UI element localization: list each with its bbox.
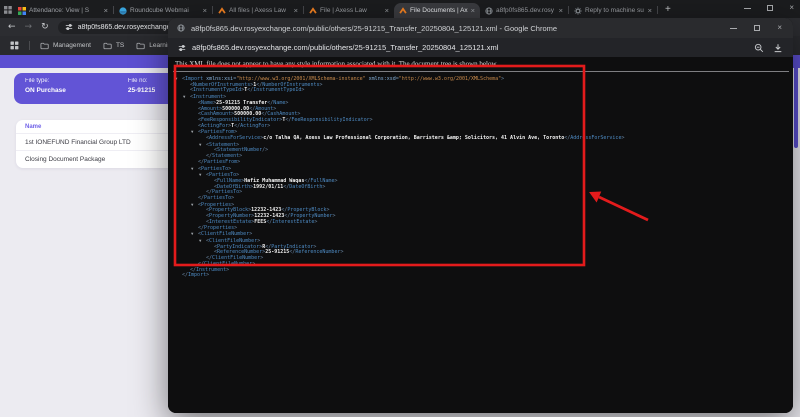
- popup-window-controls: ×: [730, 24, 784, 32]
- collapse-arrow-icon[interactable]: ▼: [199, 142, 206, 148]
- window-controls: ×: [744, 2, 794, 14]
- notice-divider: [173, 71, 789, 72]
- popup-window-title: a8fp0fs865.dev.rosyexchange.com/public/o…: [191, 23, 558, 33]
- close-button[interactable]: ×: [789, 4, 794, 12]
- browser-tab-1[interactable]: Attendance: View | S ×: [13, 3, 113, 18]
- collapse-arrow-icon[interactable]: ▼: [183, 94, 190, 100]
- zoom-out-icon[interactable]: [754, 43, 764, 53]
- xml-line[interactable]: ▼ <ClientFileNumber>: [173, 231, 793, 238]
- screenshot-root: Attendance: View | S × Roundcube Webmai × Al…: [0, 0, 800, 417]
- tune-icon: [65, 23, 72, 31]
- back-icon[interactable]: ←: [8, 22, 16, 32]
- reload-icon[interactable]: ↻: [41, 22, 49, 32]
- browser-tab-4[interactable]: File | Axess Law ×: [304, 3, 394, 18]
- new-tab-button[interactable]: +: [665, 5, 671, 15]
- axess-chevron-icon: [218, 6, 226, 15]
- globe-icon: [485, 6, 493, 15]
- browser-tab-5[interactable]: File Documents | Ax ×: [394, 3, 480, 18]
- tab-title: a8fp0fs865.dev.rosy: [496, 7, 555, 14]
- file-no-label: File no:: [127, 78, 148, 84]
- xml-style-notice: This XML file does not appear to have an…: [175, 60, 498, 68]
- tab-title: File | Axess Law: [320, 7, 367, 14]
- tab-close-icon[interactable]: ×: [648, 7, 652, 15]
- bookmark-folder-management[interactable]: Management: [40, 42, 91, 50]
- tab-title: All files | Axess Law: [229, 7, 286, 14]
- folder-icon: [136, 42, 145, 50]
- tune-icon: [178, 44, 186, 51]
- tab-close-icon[interactable]: ×: [559, 7, 563, 15]
- popup-maximize-button[interactable]: [754, 25, 761, 31]
- file-type-label: File type:: [25, 78, 50, 84]
- collapse-arrow-icon[interactable]: ▼: [175, 76, 182, 82]
- gear-icon: [574, 6, 582, 15]
- popup-address-url: a8fp0fs865.dev.rosyexchange.com/public/o…: [192, 43, 499, 52]
- apps-grid-icon[interactable]: [10, 41, 19, 50]
- tab-title: Roundcube Webmai: [130, 7, 189, 14]
- bookmark-label: Management: [53, 42, 91, 49]
- tab-close-icon[interactable]: ×: [385, 7, 389, 15]
- tab-title: File Documents | Ax: [410, 7, 468, 14]
- tab-close-icon[interactable]: ×: [104, 7, 108, 15]
- xml-document-tree: ▼ <Import xmlns:xsi="http://www.w3.org/20…: [173, 76, 793, 279]
- collapse-arrow-icon[interactable]: ▼: [199, 172, 206, 178]
- popup-address-bar[interactable]: a8fp0fs865.dev.rosyexchange.com/public/o…: [168, 38, 793, 57]
- bookmark-label: TS: [115, 42, 125, 49]
- xml-line[interactable]: ▼ <PartiesTo>: [173, 166, 793, 173]
- axess-chevron-icon: [309, 6, 317, 15]
- minimize-button[interactable]: [744, 7, 752, 9]
- browser-tab-strip: Attendance: View | S × Roundcube Webmai × Al…: [0, 0, 800, 18]
- tab-close-icon[interactable]: ×: [294, 7, 298, 15]
- bookmarks-separator: [29, 41, 30, 50]
- forward-icon[interactable]: →: [25, 22, 33, 32]
- file-no-value: 25-91215: [127, 87, 156, 94]
- window-grid-icon: [3, 3, 13, 17]
- popup-title-bar[interactable]: a8fp0fs865.dev.rosyexchange.com/public/o…: [168, 18, 793, 38]
- page-scrollbar[interactable]: [794, 58, 798, 148]
- collapse-arrow-icon[interactable]: ▼: [199, 238, 206, 244]
- globe-icon: [177, 24, 185, 32]
- axess-chevron-icon: [399, 6, 407, 15]
- collapse-arrow-icon[interactable]: ▼: [191, 202, 198, 208]
- browser-tab-2[interactable]: Roundcube Webmai ×: [114, 3, 212, 18]
- grid-colorful-icon: [18, 6, 26, 15]
- tab-close-icon[interactable]: ×: [471, 7, 475, 15]
- tab-separator: [657, 6, 658, 14]
- browser-tab-7[interactable]: Reply to machine su ×: [569, 3, 657, 18]
- folder-icon: [103, 42, 112, 50]
- roundcube-icon: [119, 6, 127, 15]
- collapse-arrow-icon[interactable]: ▼: [191, 231, 198, 237]
- popup-minimize-button[interactable]: [730, 27, 738, 29]
- bookmark-folder-ts[interactable]: TS: [103, 42, 124, 50]
- file-type-value: ON Purchase: [25, 87, 66, 94]
- browser-tab-3[interactable]: All files | Axess Law ×: [213, 3, 303, 18]
- collapse-arrow-icon[interactable]: ▼: [191, 166, 198, 172]
- tab-close-icon[interactable]: ×: [203, 7, 207, 15]
- folder-icon: [40, 42, 49, 50]
- download-icon[interactable]: [773, 43, 783, 53]
- maximize-button[interactable]: [767, 5, 774, 11]
- browser-tab-6[interactable]: a8fp0fs865.dev.rosy ×: [480, 3, 568, 18]
- collapse-arrow-icon[interactable]: ▼: [191, 129, 198, 135]
- xml-popup-window: a8fp0fs865.dev.rosyexchange.com/public/o…: [168, 18, 793, 413]
- tab-title: Attendance: View | S: [29, 7, 90, 14]
- tab-title: Reply to machine su: [585, 7, 644, 14]
- popup-close-button[interactable]: ×: [777, 24, 782, 32]
- xml-line: </Import>: [182, 272, 210, 279]
- xml-viewer-content: This XML file does not appear to have an…: [168, 57, 793, 413]
